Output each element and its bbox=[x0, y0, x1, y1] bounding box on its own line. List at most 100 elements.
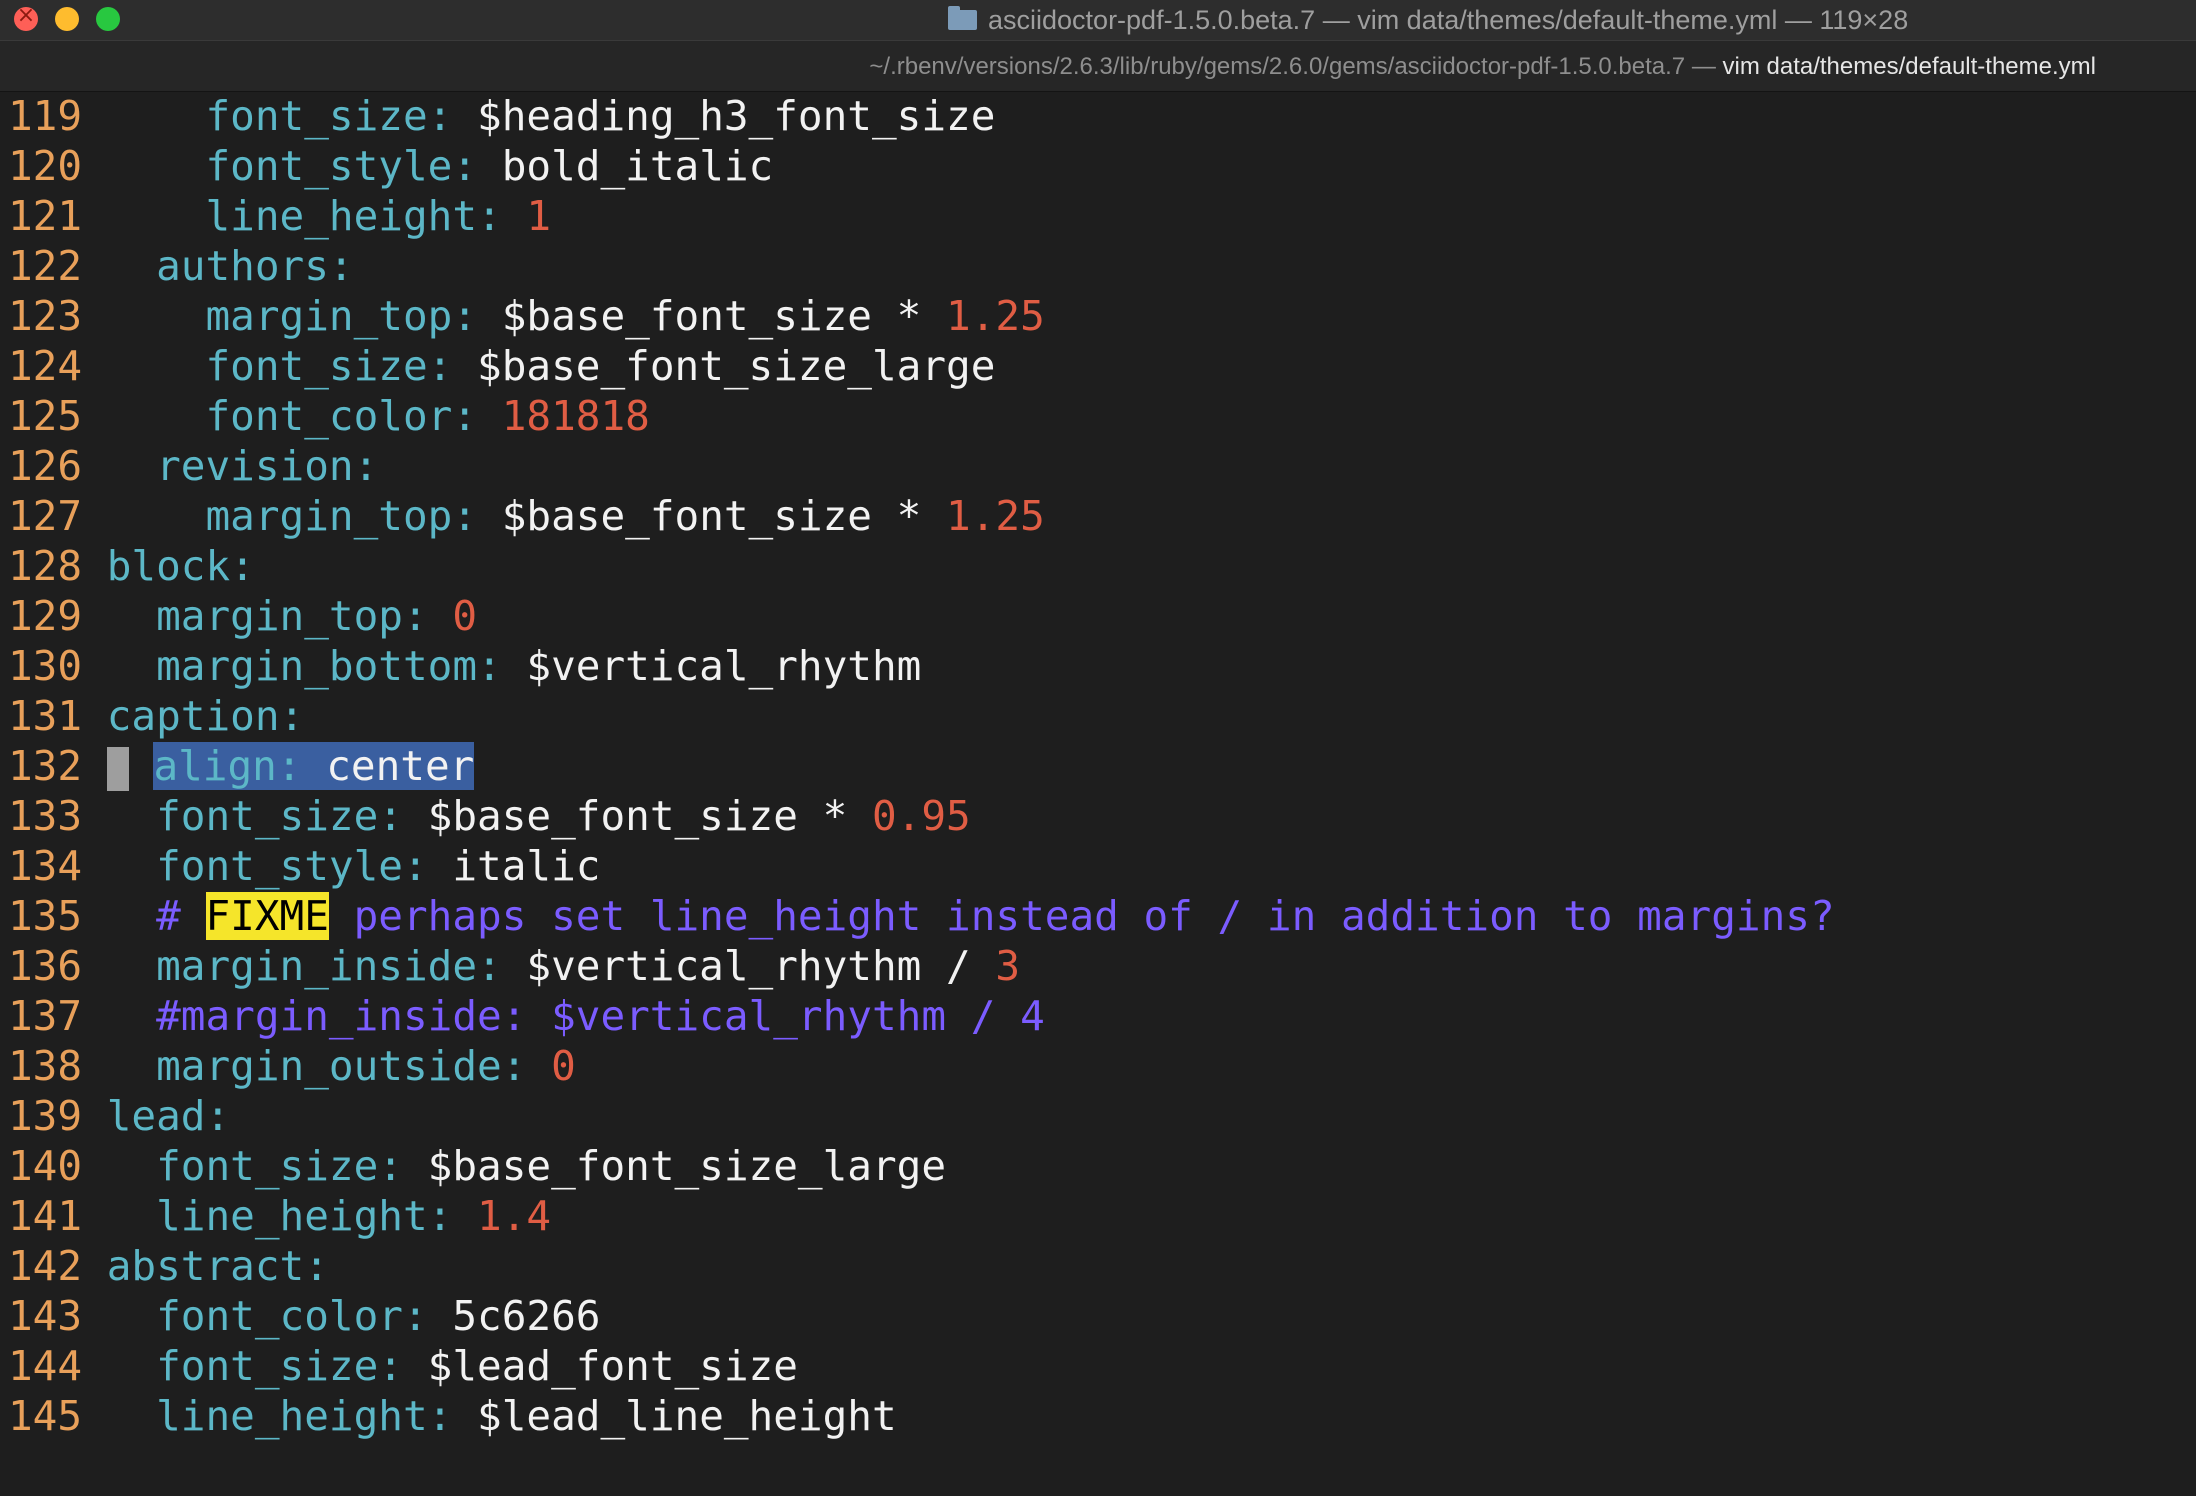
yaml-value: $lead_font_size bbox=[427, 1342, 798, 1390]
code-line[interactable]: 145 line_height: $lead_line_height bbox=[8, 1391, 897, 1441]
code-line[interactable]: 138 margin_outside: 0 bbox=[8, 1041, 576, 1091]
line-number: 125 bbox=[8, 392, 107, 440]
yaml-key: line_height: bbox=[156, 1192, 453, 1240]
yaml-key: font_color: bbox=[205, 392, 478, 440]
line-number: 132 bbox=[8, 742, 107, 790]
window-title-text: asciidoctor-pdf-1.5.0.beta.7 — vim data/… bbox=[988, 5, 1909, 35]
code-line[interactable]: 132 align: center bbox=[8, 741, 475, 791]
code-line[interactable]: 119 font_size: $heading_h3_font_size bbox=[8, 91, 995, 141]
yaml-value: $base_font_size * bbox=[501, 292, 947, 340]
code-line[interactable]: 129 margin_top: 0 bbox=[8, 591, 477, 641]
code-line[interactable]: 134 font_style: italic bbox=[8, 841, 600, 891]
code-line[interactable]: 133 font_size: $base_font_size * 0.95 bbox=[8, 791, 971, 841]
yaml-key: font_color: bbox=[156, 1292, 428, 1340]
line-number: 129 bbox=[8, 592, 107, 640]
comment-text: #margin_inside: $vertical_rhythm / 4 bbox=[156, 992, 1045, 1040]
line-number: 143 bbox=[8, 1292, 107, 1340]
code-line[interactable]: 123 margin_top: $base_font_size * 1.25 bbox=[8, 291, 1045, 341]
line-number: 137 bbox=[8, 992, 107, 1040]
yaml-key: line_height: bbox=[156, 1392, 453, 1440]
yaml-number: 0 bbox=[452, 592, 478, 640]
yaml-key: margin_bottom: bbox=[156, 642, 502, 690]
title-bar[interactable]: asciidoctor-pdf-1.5.0.beta.7 — vim data/… bbox=[0, 0, 2196, 40]
yaml-value: 5c6266 bbox=[452, 1292, 601, 1340]
line-number: 136 bbox=[8, 942, 107, 990]
code-line[interactable]: 140 font_size: $base_font_size_large bbox=[8, 1141, 946, 1191]
code-line[interactable]: 124 font_size: $base_font_size_large bbox=[8, 341, 995, 391]
yaml-number: 181818 bbox=[501, 392, 650, 440]
yaml-number: 1.25 bbox=[946, 292, 1045, 340]
line-number: 141 bbox=[8, 1192, 107, 1240]
line-number: 128 bbox=[8, 542, 107, 590]
code-line[interactable]: 125 font_color: 181818 bbox=[8, 391, 650, 441]
zoom-window-button[interactable] bbox=[96, 7, 120, 31]
vim-editor[interactable]: 119 font_size: $heading_h3_font_size 120 … bbox=[0, 91, 2196, 1496]
comment-text: # bbox=[156, 892, 206, 940]
code-line[interactable]: 144 font_size: $lead_font_size bbox=[8, 1341, 798, 1391]
line-number: 138 bbox=[8, 1042, 107, 1090]
code-line[interactable]: 135 # FIXME perhaps set line_height inst… bbox=[8, 891, 1835, 941]
code-line[interactable]: 122 authors: bbox=[8, 241, 354, 291]
yaml-key: margin_inside: bbox=[156, 942, 502, 990]
yaml-key: font_style: bbox=[205, 142, 478, 190]
line-number: 134 bbox=[8, 842, 107, 890]
yaml-key: font_size: bbox=[205, 342, 453, 390]
yaml-key: line_height: bbox=[205, 192, 502, 240]
line-number: 120 bbox=[8, 142, 107, 190]
terminal-tab[interactable]: ~/.rbenv/versions/2.6.3/lib/ruby/gems/2.… bbox=[0, 40, 2196, 92]
yaml-number: 1 bbox=[526, 192, 552, 240]
code-line[interactable]: 131 caption: bbox=[8, 691, 304, 741]
line-number: 139 bbox=[8, 1092, 107, 1140]
yaml-value: bold_italic bbox=[501, 142, 774, 190]
minimize-window-button[interactable] bbox=[55, 7, 79, 31]
yaml-key: margin_top: bbox=[205, 292, 478, 340]
code-line[interactable]: 128 block: bbox=[8, 541, 255, 591]
code-line[interactable]: 136 margin_inside: $vertical_rhythm / 3 bbox=[8, 941, 1020, 991]
yaml-number: 3 bbox=[995, 942, 1021, 990]
code-line[interactable]: 142 abstract: bbox=[8, 1241, 329, 1291]
line-number: 130 bbox=[8, 642, 107, 690]
yaml-key: revision: bbox=[156, 442, 379, 490]
yaml-value: $lead_line_height bbox=[477, 1392, 897, 1440]
yaml-number: 0.95 bbox=[871, 792, 971, 840]
yaml-key: margin_outside: bbox=[156, 1042, 527, 1090]
code-line[interactable]: 121 line_height: 1 bbox=[8, 191, 551, 241]
yaml-key: font_size: bbox=[156, 792, 403, 840]
line-number: 121 bbox=[8, 192, 107, 240]
code-line[interactable]: 120 font_style: bold_italic bbox=[8, 141, 773, 191]
yaml-value: $heading_h3_font_size bbox=[477, 92, 996, 140]
tab-path: ~/.rbenv/versions/2.6.3/lib/ruby/gems/2.… bbox=[869, 53, 1723, 80]
code-line[interactable]: 141 line_height: 1.4 bbox=[8, 1191, 551, 1241]
visual-selection: align: center bbox=[153, 742, 475, 790]
yaml-key: abstract: bbox=[106, 1242, 329, 1290]
code-line[interactable]: 130 margin_bottom: $vertical_rhythm bbox=[8, 641, 921, 691]
line-number: 145 bbox=[8, 1392, 107, 1440]
yaml-number: 1.25 bbox=[946, 492, 1045, 540]
yaml-key: font_size: bbox=[156, 1142, 403, 1190]
code-line[interactable]: 139 lead: bbox=[8, 1091, 230, 1141]
line-number: 135 bbox=[8, 892, 107, 940]
code-line[interactable]: 143 font_color: 5c6266 bbox=[8, 1291, 600, 1341]
yaml-value: $base_font_size_large bbox=[477, 342, 996, 390]
yaml-value: $vertical_rhythm bbox=[526, 642, 922, 690]
line-number: 123 bbox=[8, 292, 107, 340]
code-line[interactable]: 127 margin_top: $base_font_size * 1.25 bbox=[8, 491, 1045, 541]
folder-icon bbox=[948, 6, 977, 30]
line-number: 144 bbox=[8, 1342, 107, 1390]
yaml-value: italic bbox=[452, 842, 601, 890]
yaml-key: authors: bbox=[156, 242, 354, 290]
line-number: 131 bbox=[8, 692, 107, 740]
code-line[interactable]: 126 revision: bbox=[8, 441, 378, 491]
yaml-value: $base_font_size * bbox=[427, 792, 872, 840]
close-window-button[interactable] bbox=[14, 3, 38, 31]
tab-title: ~/.rbenv/versions/2.6.3/lib/ruby/gems/2.… bbox=[869, 53, 2096, 81]
code-line[interactable]: 137 #margin_inside: $vertical_rhythm / 4 bbox=[8, 991, 1045, 1041]
yaml-key: caption: bbox=[106, 692, 305, 740]
comment-text: perhaps set line_height instead of / in … bbox=[328, 892, 1835, 940]
yaml-key: block: bbox=[106, 542, 255, 590]
yaml-value: center bbox=[326, 742, 475, 790]
yaml-key: font_size: bbox=[205, 92, 453, 140]
yaml-key: font_style: bbox=[156, 842, 428, 890]
yaml-key: margin_top: bbox=[205, 492, 478, 540]
line-number: 127 bbox=[8, 492, 107, 540]
